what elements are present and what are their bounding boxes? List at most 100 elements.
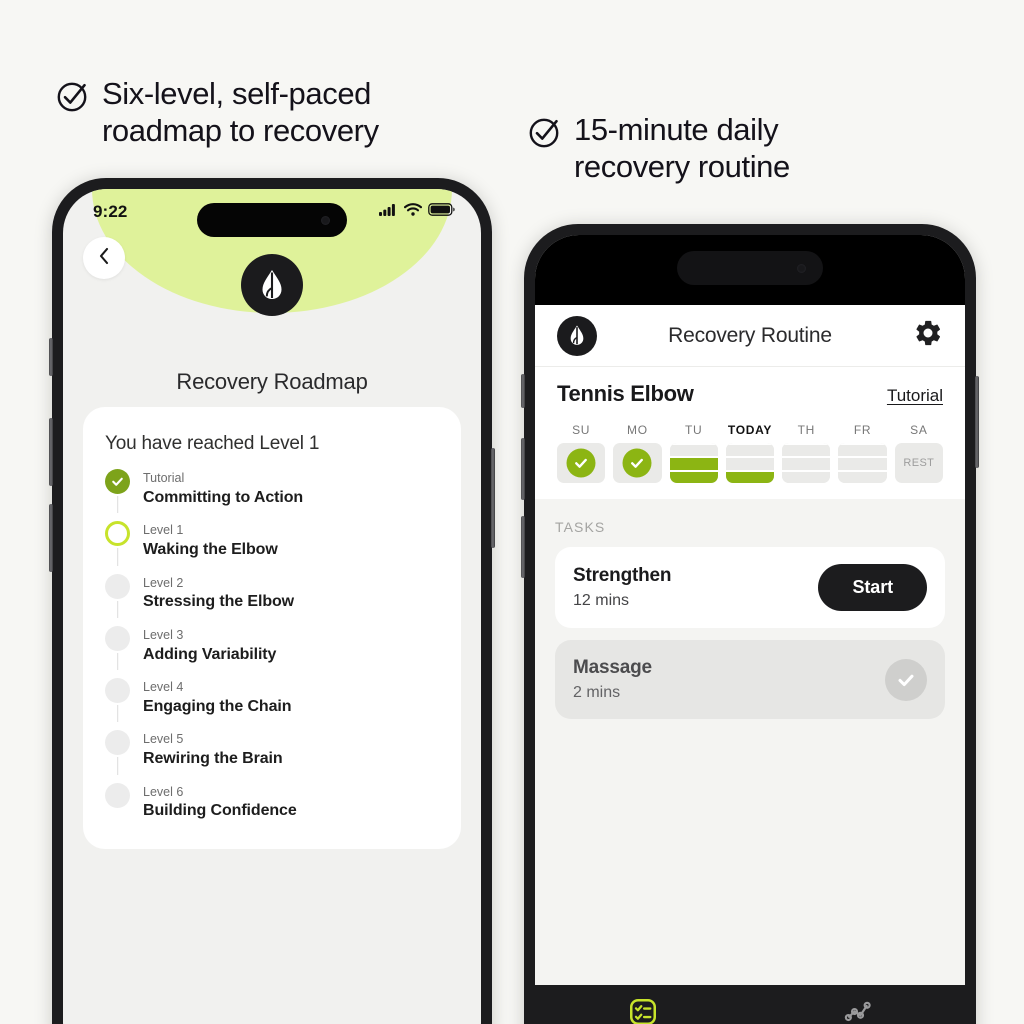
roadmap-item-level: Level 5 — [143, 732, 184, 747]
day-label: TU — [685, 423, 703, 437]
roadmap-item-name: Committing to Action — [143, 488, 304, 506]
phone-mute-switch[interactable] — [521, 374, 525, 408]
task-card-strengthen[interactable]: Strengthen 12 mins Start — [555, 547, 945, 628]
task-title: Strengthen — [573, 565, 672, 586]
roadmap-heading: You have reached Level 1 — [105, 433, 320, 454]
cellular-signal-icon — [379, 203, 398, 221]
app-navbar: Recovery Routine — [535, 305, 965, 367]
roadmap-item-body: Level 5 Rewiring the Brain — [143, 730, 283, 770]
tutorial-link[interactable]: Tutorial — [887, 386, 943, 406]
roadmap-item-name: Stressing the Elbow — [143, 593, 295, 611]
tab-routine[interactable]: Routine — [535, 997, 750, 1024]
tab-progress[interactable]: Progress — [750, 997, 965, 1024]
roadmap-item-level: Level 3 — [143, 627, 184, 642]
roadmap-marker — [105, 782, 130, 823]
roadmap-connector-line — [116, 652, 119, 671]
week-day-mo[interactable]: MO — [613, 423, 662, 483]
day-segment — [838, 469, 887, 483]
settings-button[interactable] — [913, 318, 943, 353]
task-duration: 12 mins — [573, 592, 630, 609]
roadmap-marker — [105, 730, 130, 775]
roadmap-marker — [105, 469, 130, 514]
roadmap-level-item[interactable]: Level 1 Waking the Elbow — [105, 521, 437, 573]
roadmap-level-item[interactable]: Level 5 Rewiring the Brain — [105, 730, 437, 782]
routine-subheader: Tennis Elbow Tutorial SU MO TU TODAY TH FR SA R… — [535, 367, 965, 499]
task-card-massage[interactable]: Massage 2 mins — [555, 640, 945, 719]
week-day-sa[interactable]: SA REST — [894, 423, 943, 483]
day-progress-cell — [613, 443, 662, 483]
gear-icon — [913, 318, 943, 353]
roadmap-level-item[interactable]: Level 4 Engaging the Chain — [105, 678, 437, 730]
roadmap-level-list: Tutorial Committing to Action Level 1 Wakin… — [105, 469, 437, 823]
task-completed-check-icon — [885, 658, 927, 701]
week-day-today[interactable]: TODAY — [725, 423, 775, 483]
day-label: SA — [910, 423, 928, 437]
roadmap-item-body: Level 6 Building Confidence — [143, 783, 297, 823]
line-chart-icon — [843, 997, 873, 1024]
phone-volume-up-button[interactable] — [49, 418, 53, 486]
roadmap-level-item[interactable]: Level 3 Adding Variability — [105, 625, 437, 678]
roadmap-status-current-icon — [105, 521, 130, 547]
roadmap-level-item[interactable]: Level 2 Stressing the Elbow — [105, 573, 437, 626]
week-day-tu[interactable]: TU — [669, 423, 718, 483]
routine-screen: Recovery Routine Tennis Elbow Tutorial S… — [535, 235, 965, 1024]
task-info: Strengthen 12 mins — [573, 565, 671, 610]
day-label: TH — [797, 423, 815, 437]
phone-volume-down-button[interactable] — [521, 516, 525, 578]
roadmap-status-locked-icon — [105, 573, 130, 599]
dynamic-island — [677, 251, 823, 285]
bottom-tab-bar: RoutineProgress — [535, 985, 965, 1024]
front-camera-icon — [797, 263, 806, 273]
headline-roadmap-text: Six-level, self-paced roadmap to recover… — [102, 76, 379, 148]
week-day-fr[interactable]: FR — [838, 423, 887, 483]
roadmap-marker — [105, 573, 130, 618]
roadmap-status-locked-icon — [105, 678, 130, 704]
headline-routine-text: 15-minute daily recovery routine — [574, 112, 790, 184]
phone-volume-down-button[interactable] — [49, 504, 53, 572]
task-info: Massage 2 mins — [573, 657, 652, 702]
phone-power-button[interactable] — [975, 376, 979, 468]
day-progress-cell — [782, 443, 831, 483]
tasks-section: TASKS Strengthen 12 mins Start Massage 2 min… — [535, 499, 965, 985]
week-day-th[interactable]: TH — [782, 423, 831, 483]
phone-volume-up-button[interactable] — [521, 438, 525, 500]
day-segment — [725, 443, 775, 457]
day-progress-cell — [838, 443, 887, 483]
headline-routine: 15-minute daily recovery routine — [528, 112, 790, 185]
phone-power-button[interactable] — [491, 448, 495, 548]
status-bar: 9:22 — [63, 189, 481, 235]
day-label: TODAY — [727, 423, 773, 437]
roadmap-item-level: Level 1 — [143, 523, 184, 538]
roadmap-connector-line — [116, 757, 119, 775]
roadmap-item-body: Level 2 Stressing the Elbow — [143, 574, 294, 614]
roadmap-status-locked-icon — [105, 730, 130, 756]
day-complete-check-icon — [566, 448, 596, 478]
day-segment — [669, 443, 718, 457]
day-segment — [782, 456, 831, 470]
roadmap-level-item[interactable]: Tutorial Committing to Action — [105, 469, 437, 521]
roadmap-connector-line — [116, 705, 119, 723]
tasks-section-label: TASKS — [555, 519, 606, 535]
roadmap-item-body: Tutorial Committing to Action — [143, 469, 303, 509]
day-progress-cell — [725, 443, 775, 483]
headline-roadmap: Six-level, self-paced roadmap to recover… — [56, 76, 379, 149]
phone-mute-switch[interactable] — [49, 338, 53, 376]
back-button[interactable] — [83, 237, 125, 279]
roadmap-level-item[interactable]: Level 6 Building Confidence — [105, 782, 437, 823]
checklist-icon — [628, 997, 658, 1024]
roadmap-item-level: Tutorial — [143, 471, 185, 485]
day-segment — [838, 443, 887, 457]
day-segment — [782, 443, 831, 457]
day-label: MO — [627, 423, 648, 437]
day-progress-cell: REST — [894, 443, 943, 483]
roadmap-item-body: Level 4 Engaging the Chain — [143, 678, 292, 718]
day-segment — [725, 469, 775, 483]
roadmap-status-done-icon — [105, 469, 130, 494]
check-circle-icon — [528, 115, 562, 154]
week-day-su[interactable]: SU — [557, 423, 606, 483]
task-start-button[interactable]: Start — [818, 564, 927, 611]
roadmap-item-name: Building Confidence — [143, 802, 297, 820]
roadmap-item-name: Adding Variability — [143, 645, 277, 663]
roadmap-status-locked-icon — [105, 782, 130, 808]
wifi-icon — [403, 203, 423, 221]
